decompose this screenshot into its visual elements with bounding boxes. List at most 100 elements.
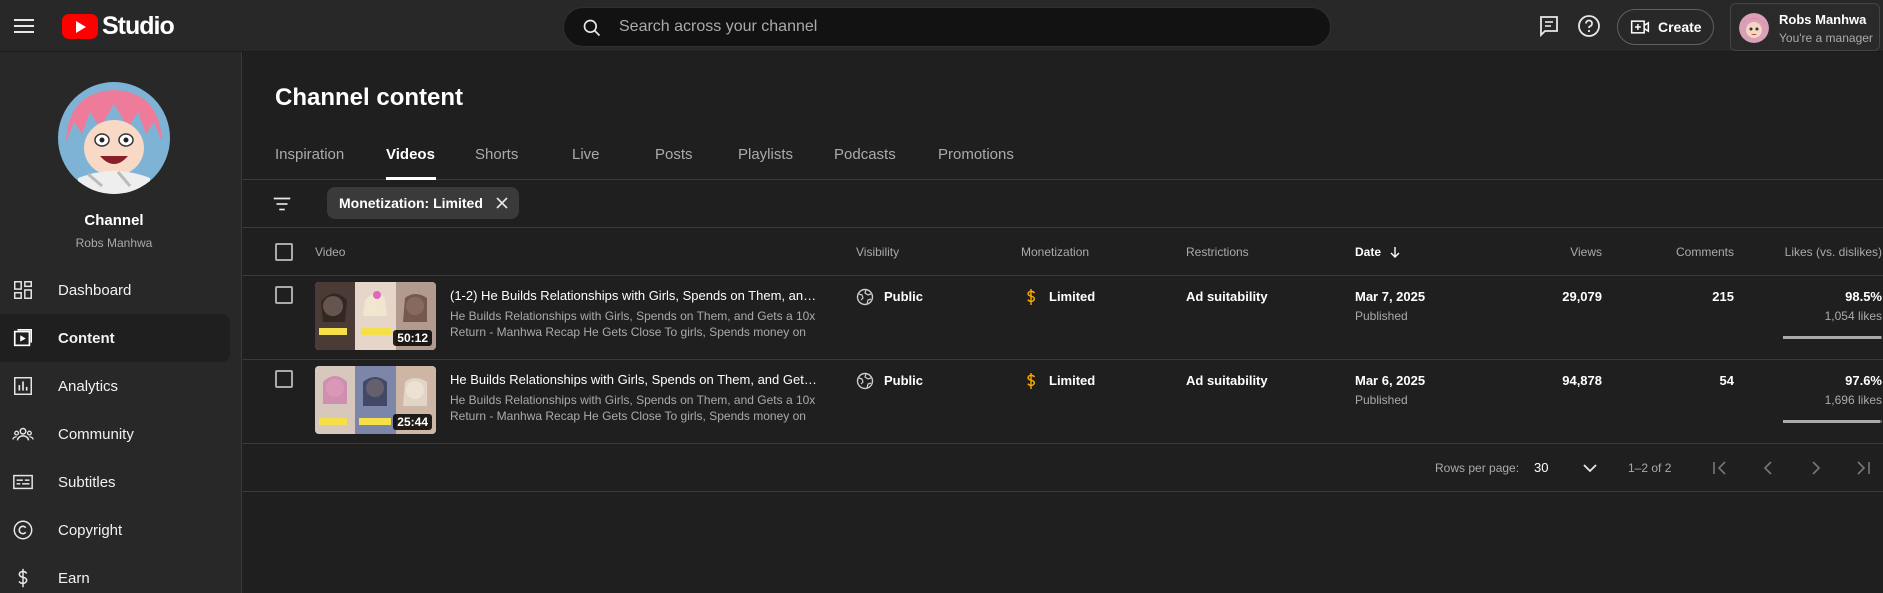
channel-label: Channel [84,212,144,229]
restrictions-value[interactable]: Ad suitability [1186,373,1268,388]
create-button[interactable]: Create [1617,9,1714,45]
likes-percent: 97.6% [1845,373,1882,388]
sidebar-item-community[interactable]: Community [0,410,230,458]
tab-inspiration[interactable]: Inspiration [275,146,344,163]
sidebar-item-analytics[interactable]: Analytics [0,362,230,410]
video-duration: 25:44 [393,414,432,430]
arrow-down-icon [1390,247,1400,258]
content-icon [13,329,32,347]
feedback-icon[interactable] [1537,14,1561,38]
column-restrictions: Restrictions [1186,245,1249,259]
help-icon[interactable] [1577,14,1601,38]
dashboard-icon [14,281,32,299]
tab-playlists[interactable]: Playlists [738,146,793,163]
visibility-value[interactable]: Public [884,373,923,388]
previous-page-icon[interactable] [1756,456,1780,480]
account-switcher[interactable]: Robs Manhwa You're a manager [1730,3,1880,51]
rows-per-page-label: Rows per page: [1435,461,1520,475]
main-content: Channel content Inspiration Videos Short… [243,52,1883,593]
account-avatar [1739,13,1769,43]
studio-logo[interactable]: Studio [62,12,175,41]
menu-icon[interactable] [14,16,34,36]
date-value: Mar 7, 2025 [1355,289,1426,304]
filter-icon[interactable] [271,193,293,215]
table-header: Video Visibility Monetization Restrictio… [243,228,1883,276]
restrictions-value[interactable]: Ad suitability [1186,289,1268,304]
page-range: 1–2 of 2 [1628,461,1672,475]
tab-live[interactable]: Live [572,146,600,163]
sidebar-item-subtitles[interactable]: Subtitles [0,458,230,506]
table-row[interactable]: 50:12 (1-2) He Builds Relationships with… [243,276,1883,360]
likes-bar [1783,336,1882,339]
visibility-value[interactable]: Public [884,289,923,304]
video-title[interactable]: He Builds Relationships with Girls, Spen… [450,372,820,387]
sidebar-item-label: Content [58,329,115,347]
video-thumbnail[interactable]: 25:44 [315,366,436,434]
likes-count: 1,054 likes [1824,309,1882,323]
content-tabs: Inspiration Videos Shorts Live Posts Pla… [243,132,1883,180]
sidebar-item-label: Subtitles [58,473,116,491]
monetization-value[interactable]: Limited [1049,373,1095,388]
tab-videos[interactable]: Videos [386,146,435,163]
dollar-icon [1027,373,1036,389]
column-visibility: Visibility [856,245,900,259]
column-date[interactable]: Date [1355,245,1401,259]
chevron-down-icon[interactable] [1578,456,1602,480]
earn-icon [18,568,28,588]
sidebar-item-label: Dashboard [58,281,132,299]
sidebar: Channel Robs Manhwa Dashboard Content An… [0,52,242,593]
sidebar-item-dashboard[interactable]: Dashboard [0,266,230,314]
sidebar-item-label: Copyright [58,521,123,539]
video-title[interactable]: (1-2) He Builds Relationships with Girls… [450,288,820,303]
views-value: 94,878 [1562,373,1602,388]
row-checkbox[interactable] [275,286,293,304]
column-likes: Likes (vs. dislikes) [1784,245,1882,259]
video-description: He Builds Relationships with Girls, Spen… [450,309,816,339]
last-page-icon[interactable] [1851,456,1875,480]
close-icon[interactable] [495,196,509,210]
video-duration: 50:12 [393,330,432,346]
row-checkbox[interactable] [275,370,293,388]
video-description: He Builds Relationships with Girls, Spen… [450,393,816,423]
date-status: Published [1355,393,1408,407]
search-icon[interactable] [582,18,602,38]
views-value: 29,079 [1562,289,1602,304]
subtitles-icon [13,474,33,490]
next-page-icon[interactable] [1804,456,1828,480]
rows-per-page-value[interactable]: 30 [1534,460,1548,475]
tab-shorts[interactable]: Shorts [475,146,518,163]
sidebar-item-earn[interactable]: Earn [0,554,230,593]
comments-value: 54 [1719,373,1734,388]
likes-count: 1,696 likes [1824,393,1882,407]
channel-name: Robs Manhwa [75,236,153,250]
sidebar-item-content[interactable]: Content [0,314,230,362]
channel-avatar[interactable] [58,82,170,194]
search-input[interactable] [619,8,1309,46]
video-thumbnail[interactable]: 50:12 [315,282,436,350]
date-status: Published [1355,309,1408,323]
tab-podcasts[interactable]: Podcasts [834,146,896,163]
pagination: Rows per page: 30 1–2 of 2 [243,444,1883,492]
table-row[interactable]: 25:44 He Builds Relationships with Girls… [243,360,1883,444]
dollar-icon [1027,289,1036,305]
sidebar-item-label: Analytics [58,377,119,395]
logo-text: Studio [102,12,175,40]
first-page-icon[interactable] [1708,456,1732,480]
search-bar[interactable] [563,7,1331,47]
filter-bar: Monetization: Limited [243,180,1883,228]
community-icon [12,427,34,441]
tab-promotions[interactable]: Promotions [938,146,1014,163]
filter-chip-monetization[interactable]: Monetization: Limited [327,187,519,219]
sidebar-item-label: Earn [58,569,90,587]
column-views: Views [1570,245,1602,259]
add-video-icon [1630,20,1650,34]
copyright-icon [13,520,33,540]
monetization-value[interactable]: Limited [1049,289,1095,304]
tab-posts[interactable]: Posts [655,146,693,163]
sidebar-item-copyright[interactable]: Copyright [0,506,230,554]
column-date-label: Date [1355,245,1382,259]
column-video: Video [315,245,346,259]
account-role: You're a manager [1779,31,1873,45]
comments-value: 215 [1712,289,1734,304]
select-all-checkbox[interactable] [275,243,293,261]
